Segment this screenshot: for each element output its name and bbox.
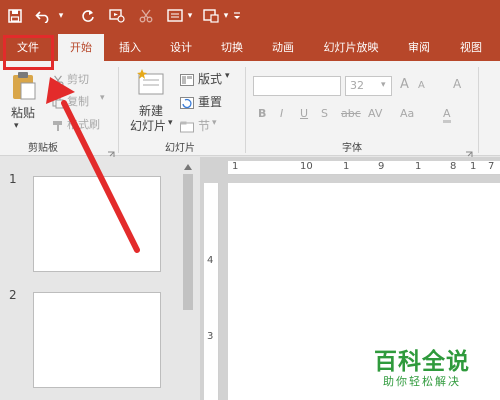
- arrow-icon: [46, 77, 140, 253]
- watermark-title: 百科全说: [374, 349, 470, 375]
- powerpoint-window: ▾ ▾ ▾ 文件 开始 插入 设计 切换 动画 幻灯片放映 审阅 视图 粘贴 ▾…: [0, 0, 500, 400]
- watermark-subtitle: 助你轻松解决: [383, 375, 461, 388]
